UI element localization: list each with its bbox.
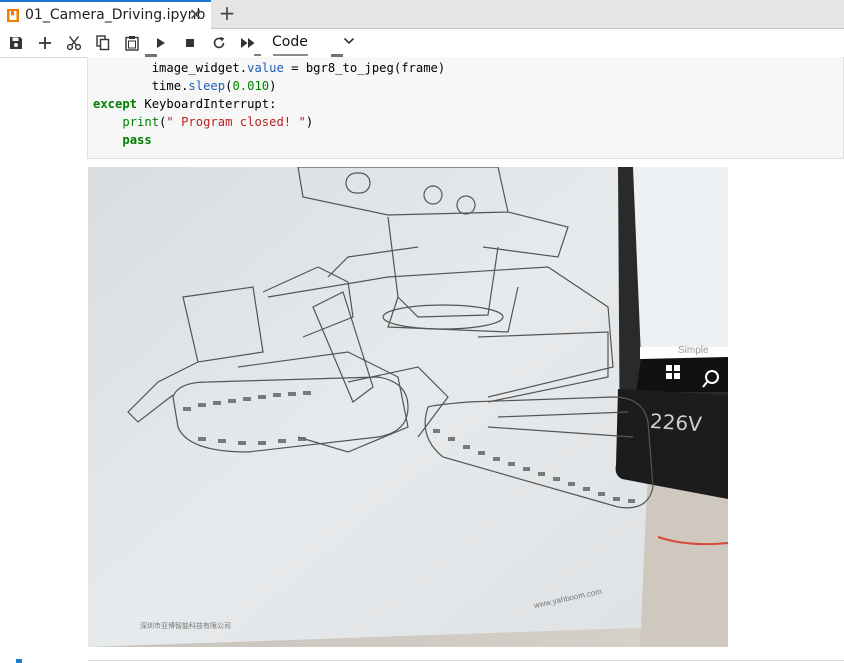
- camera-output-image: Simple 226V www.yahboom.com 深圳市亚博智能科技有限公…: [88, 167, 728, 647]
- code-token: time: [151, 79, 182, 93]
- code-cell[interactable]: image_widget.value = bgr8_to_jpeg(frame)…: [87, 51, 844, 159]
- chevron-down-icon[interactable]: [342, 34, 356, 48]
- clipped-code-line: [88, 48, 843, 57]
- save-button[interactable]: [6, 33, 26, 53]
- code-token: pass: [122, 133, 152, 147]
- add-cell-icon: [39, 37, 51, 49]
- camera-text-box: 226V: [649, 409, 703, 437]
- code-token: sleep: [188, 79, 226, 93]
- tab-bar: 01_Camera_Driving.ipynb ✕ +: [0, 0, 844, 29]
- code-token: value: [247, 61, 284, 75]
- camera-text-company: 深圳市亚博智能科技有限公司: [140, 621, 231, 630]
- stop-icon: [186, 39, 194, 47]
- code-text: image_widget.value = bgr8_to_jpeg(frame)…: [93, 61, 446, 147]
- save-icon: [10, 37, 22, 49]
- tab-title: 01_Camera_Driving.ipynb: [25, 7, 206, 23]
- code-token: =: [283, 61, 306, 75]
- code-token: image_widget: [151, 61, 240, 75]
- notebook-tab[interactable]: 01_Camera_Driving.ipynb ✕: [0, 0, 211, 29]
- code-token: bgr8_to_jpeg(frame): [305, 61, 446, 75]
- active-cell-marker: [16, 659, 22, 663]
- code-token: " Program closed! ": [166, 115, 306, 129]
- new-tab-button[interactable]: +: [215, 2, 239, 26]
- cell-divider: [88, 660, 844, 661]
- cut-button[interactable]: [64, 33, 84, 53]
- code-token: KeyboardInterrupt:: [144, 97, 277, 111]
- camera-text-simple: Simple: [678, 345, 709, 356]
- notebook-icon: [7, 9, 19, 22]
- code-token: except: [93, 97, 138, 111]
- close-icon[interactable]: ✕: [189, 7, 202, 23]
- cut-icon: [66, 36, 82, 51]
- code-token: 0.010: [232, 79, 270, 93]
- code-token: print: [122, 115, 160, 129]
- add-cell-button[interactable]: [35, 33, 55, 53]
